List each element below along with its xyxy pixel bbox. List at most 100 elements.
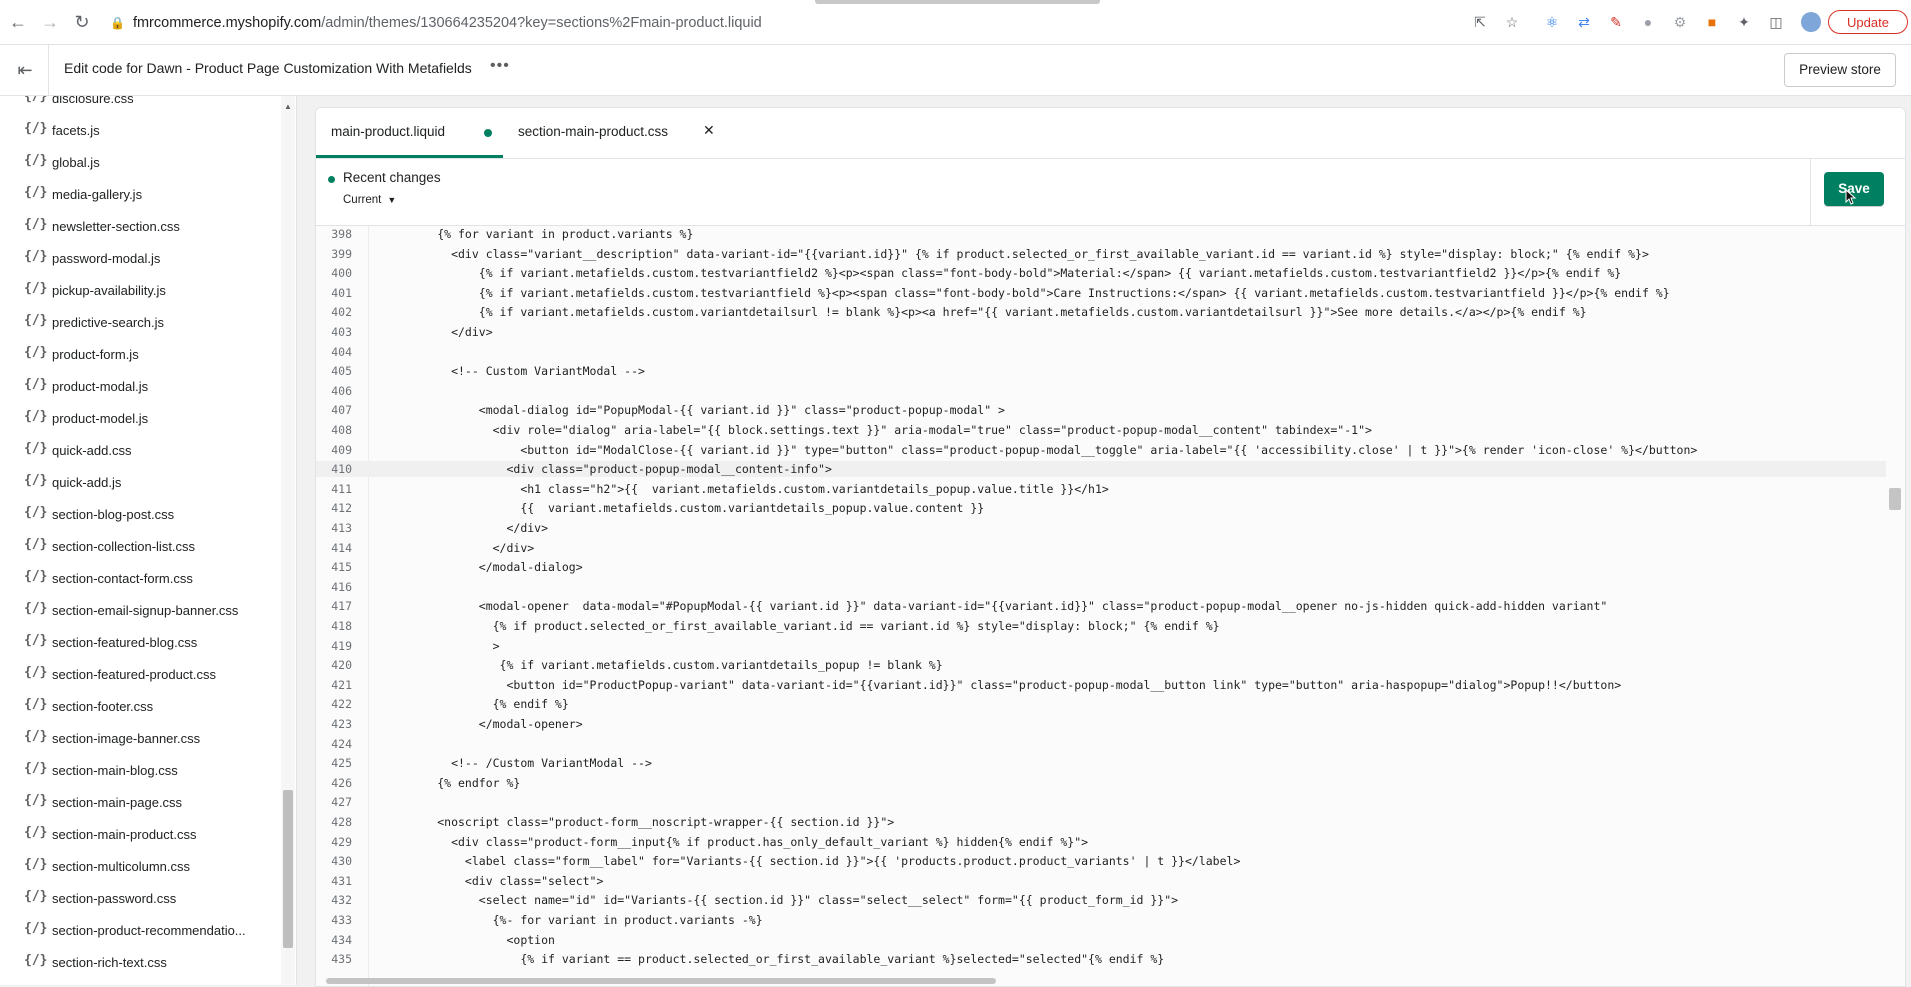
sidebar-file-item[interactable]: {/} disclosure.css [0, 96, 280, 115]
code-line[interactable]: 425 <!-- /Custom VariantModal --> [316, 755, 1886, 771]
tab-main-product-liquid[interactable]: main-product.liquid [316, 108, 503, 158]
extension-gear-icon[interactable]: ⚙ [1670, 12, 1690, 32]
code-line[interactable]: 426 {% endfor %} [316, 775, 1886, 791]
sidebar-file-item[interactable]: {/} facets.js [0, 115, 280, 147]
forward-icon[interactable]: → [38, 10, 62, 34]
code-line[interactable]: 413 </div> [316, 520, 1886, 536]
code-line[interactable]: 406 [316, 383, 1886, 399]
side-panel-icon[interactable]: ◫ [1766, 12, 1786, 32]
sidebar-file-item[interactable]: {/} section-image-banner.css [0, 723, 280, 755]
sidebar-file-item[interactable]: {/} section-rich-text.css [0, 947, 280, 979]
extension-circle-icon[interactable]: ● [1638, 12, 1658, 32]
extension-react-icon[interactable]: ⚛ [1542, 12, 1562, 32]
extensions-puzzle-icon[interactable]: ✦ [1734, 12, 1754, 32]
line-number: 426 [331, 775, 352, 790]
sidebar-file-item[interactable]: {/} section-contact-form.css [0, 563, 280, 595]
code-text: {% if variant.metafields.custom.testvari… [368, 285, 1670, 300]
sidebar-file-item[interactable]: {/} predictive-search.js [0, 307, 280, 339]
code-line[interactable]: 419 > [316, 638, 1886, 654]
code-line[interactable]: 429 <div class="product-form__input{% if… [316, 834, 1886, 850]
scroll-up-icon[interactable]: ▲ [284, 102, 292, 111]
code-line[interactable]: 405 <!-- Custom VariantModal --> [316, 363, 1886, 379]
status-dot-icon [328, 176, 335, 183]
sidebar-file-item[interactable]: {/} quick-add.js [0, 467, 280, 499]
code-line[interactable]: 409 <button id="ModalClose-{{ variant.id… [316, 442, 1886, 458]
back-icon[interactable]: ← [6, 10, 30, 34]
code-line[interactable]: 422 {% endif %} [316, 696, 1886, 712]
sidebar-file-item[interactable]: {/} pickup-availability.js [0, 275, 280, 307]
code-line[interactable]: 417 <modal-opener data-modal="#PopupModa… [316, 598, 1886, 614]
sidebar-file-item[interactable]: {/} section-main-page.css [0, 787, 280, 819]
code-line[interactable]: 433 {%- for variant in product.variants … [316, 912, 1886, 928]
code-line[interactable]: 421 <button id="ProductPopup-variant" da… [316, 677, 1886, 693]
extension-lock-icon[interactable]: ■ [1702, 12, 1722, 32]
sidebar-file-item[interactable]: {/} section-featured-product.css [0, 659, 280, 691]
code-line[interactable]: 402 {% if variant.metafields.custom.vari… [316, 304, 1886, 320]
sidebar-file-label: pickup-availability.js [52, 283, 166, 298]
bookmark-star-icon[interactable]: ☆ [1502, 12, 1522, 32]
code-line[interactable]: 404 [316, 344, 1886, 360]
code-line[interactable]: 420 {% if variant.metafields.custom.vari… [316, 657, 1886, 673]
code-line[interactable]: 431 <div class="select"> [316, 873, 1886, 889]
code-line[interactable]: 401 {% if variant.metafields.custom.test… [316, 285, 1886, 301]
profile-avatar[interactable] [1801, 12, 1821, 32]
sidebar-file-item[interactable]: {/} section-product-recommendatio... [0, 915, 280, 947]
sidebar-file-item[interactable]: {/} section-blog-post.css [0, 499, 280, 531]
code-vertical-scrollbar[interactable] [1886, 226, 1905, 986]
sidebar-file-item[interactable]: {/} section-main-product.css [0, 819, 280, 851]
sidebar-file-item[interactable]: {/} product-modal.js [0, 371, 280, 403]
sidebar-file-item[interactable]: {/} product-form.js [0, 339, 280, 371]
code-line[interactable]: 428 <noscript class="product-form__noscr… [316, 814, 1886, 830]
sidebar-file-item[interactable]: {/} global.js [0, 147, 280, 179]
code-line[interactable]: 418 {% if product.selected_or_first_avai… [316, 618, 1886, 634]
code-line[interactable]: 427 [316, 794, 1886, 810]
code-line[interactable]: 410 <div class="product-popup-modal__con… [316, 461, 1886, 478]
sidebar-file-item[interactable]: {/} media-gallery.js [0, 179, 280, 211]
code-line[interactable]: 430 <label class="form__label" for="Vari… [316, 853, 1886, 869]
code-line[interactable]: 412 {{ variant.metafields.custom.variant… [316, 500, 1886, 516]
sidebar-file-item[interactable]: {/} section-main-blog.css [0, 755, 280, 787]
sidebar-file-item[interactable]: {/} section-multicolumn.css [0, 851, 280, 883]
code-area[interactable]: 398 {% for variant in product.variants %… [316, 226, 1905, 986]
sidebar-file-item[interactable]: {/} section-email-signup-banner.css [0, 595, 280, 627]
reload-icon[interactable]: ↻ [70, 10, 94, 34]
sidebar-file-item[interactable]: {/} quick-add.css [0, 435, 280, 467]
color-picker-icon[interactable]: ✎ [1606, 12, 1626, 32]
browser-update-button[interactable]: Update [1828, 10, 1908, 34]
code-line[interactable]: 398 {% for variant in product.variants %… [316, 226, 1886, 242]
code-horizontal-scrollbar-thumb[interactable] [326, 978, 996, 984]
code-line[interactable]: 399 <div class="variant__description" da… [316, 246, 1886, 262]
code-line[interactable]: 432 <select name="id" id="Variants-{{ se… [316, 892, 1886, 908]
code-line[interactable]: 424 [316, 736, 1886, 752]
code-line[interactable]: 400 {% if variant.metafields.custom.test… [316, 265, 1886, 281]
code-line[interactable]: 434 <option [316, 932, 1886, 948]
more-actions-icon[interactable]: ••• [490, 57, 510, 75]
code-line[interactable]: 416 [316, 579, 1886, 595]
tab-section-main-product-css[interactable]: section-main-product.css ✕ [503, 108, 715, 158]
sidebar-file-item[interactable]: {/} product-model.js [0, 403, 280, 435]
code-line[interactable]: 411 <h1 class="h2">{{ variant.metafields… [316, 481, 1886, 497]
code-line[interactable]: 423 </modal-opener> [316, 716, 1886, 732]
close-tab-icon[interactable]: ✕ [703, 122, 715, 139]
version-select[interactable]: Current ▼ [343, 194, 396, 206]
code-line[interactable]: 407 <modal-dialog id="PopupModal-{{ vari… [316, 402, 1886, 418]
sidebar-file-item[interactable]: {/} section-footer.css [0, 691, 280, 723]
sidebar-scrollbar-thumb[interactable] [283, 790, 293, 948]
code-vertical-scrollbar-thumb[interactable] [1889, 488, 1901, 510]
code-line[interactable]: 435 {% if variant == product.selected_or… [316, 951, 1886, 967]
address-bar[interactable]: 🔒 fmrcommerce.myshopify.com/admin/themes/… [110, 10, 762, 36]
share-icon[interactable]: ⇱ [1470, 12, 1490, 32]
code-line[interactable]: 408 <div role="dialog" aria-label="{{ bl… [316, 422, 1886, 438]
translate-icon[interactable]: ⇄ [1574, 12, 1594, 32]
code-line[interactable]: 415 </modal-dialog> [316, 559, 1886, 575]
preview-store-button[interactable]: Preview store [1784, 53, 1896, 87]
code-line[interactable]: 403 </div> [316, 324, 1886, 340]
sidebar-file-item[interactable]: {/} password-modal.js [0, 243, 280, 275]
code-file-icon: {/} [24, 793, 48, 808]
code-line[interactable]: 414 </div> [316, 540, 1886, 556]
sidebar-file-item[interactable]: {/} newsletter-section.css [0, 211, 280, 243]
exit-editor-icon[interactable]: ⇤ [14, 59, 36, 81]
sidebar-file-item[interactable]: {/} section-password.css [0, 883, 280, 915]
sidebar-file-item[interactable]: {/} section-featured-blog.css [0, 627, 280, 659]
sidebar-file-item[interactable]: {/} section-collection-list.css [0, 531, 280, 563]
